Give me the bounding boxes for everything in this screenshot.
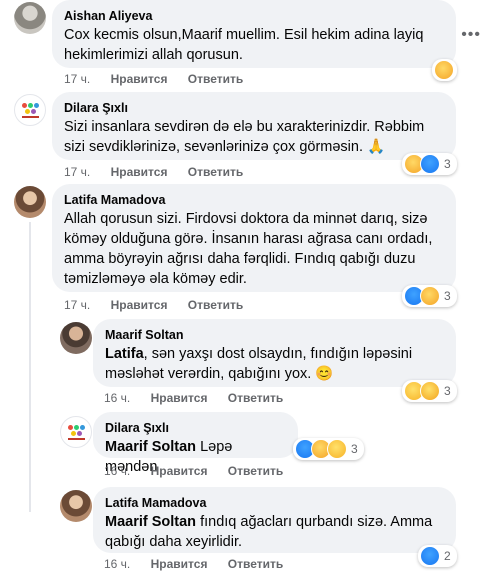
comment-bubble: Latifa Mamadova Maarif Soltan fındıq ağa…	[93, 487, 456, 553]
comment-author[interactable]: Dilara Şıxlı	[64, 100, 444, 116]
comment-actions: 16 ч. Нравится Ответить	[104, 557, 300, 571]
reaction-count: 2	[444, 549, 451, 563]
like-reaction-icon	[420, 154, 440, 174]
comment-bubble: Aishan Aliyeva Cox kecmis olsun,Maarif m…	[52, 0, 456, 68]
comment-actions: 16 ч. Нравится Ответить	[104, 391, 300, 405]
like-button[interactable]: Нравится	[151, 464, 208, 478]
like-button[interactable]: Нравится	[111, 72, 168, 86]
comment-text: Sizi insanlara sevdirən də elə bu xarakt…	[64, 119, 425, 155]
like-button[interactable]: Нравится	[111, 165, 168, 179]
avatar[interactable]	[60, 490, 92, 522]
reaction-count: 3	[444, 289, 451, 303]
thread-line	[29, 222, 31, 512]
avatar[interactable]	[14, 94, 46, 126]
like-button[interactable]: Нравится	[111, 298, 168, 312]
reaction-count: 3	[444, 157, 451, 171]
care-reaction-icon	[434, 60, 454, 80]
comment-author[interactable]: Maarif Soltan	[105, 327, 444, 343]
reaction-summary[interactable]: 3	[293, 438, 364, 460]
comment-author[interactable]: Aishan Aliyeva	[64, 8, 444, 24]
reaction-summary[interactable]: 3	[402, 285, 457, 307]
comment-bubble: Dilara Şıxlı Maarif Soltan Ləpə məndən	[93, 412, 298, 475]
like-button[interactable]: Нравится	[151, 391, 208, 405]
comment-text: Cox kecmis olsun,Maarif muellim. Esil he…	[64, 27, 424, 63]
comment-text-body: , sən yaxşı dost olsaydın, fındığın ləpə…	[105, 346, 413, 382]
reply-button[interactable]: Ответить	[188, 298, 243, 312]
reply-button[interactable]: Ответить	[228, 557, 283, 571]
wow-reaction-icon	[420, 381, 440, 401]
reaction-summary[interactable]: 2	[418, 545, 457, 567]
reply-button[interactable]: Ответить	[188, 165, 243, 179]
reaction-summary[interactable]: 3	[402, 380, 457, 402]
comment-time[interactable]: 16 ч.	[104, 464, 130, 478]
reply-button[interactable]: Ответить	[228, 464, 283, 478]
avatar[interactable]	[14, 186, 46, 218]
comment-author[interactable]: Latifa Mamadova	[64, 192, 444, 208]
haha-reaction-icon	[327, 439, 347, 459]
avatar[interactable]	[60, 416, 92, 448]
reply-button[interactable]: Ответить	[188, 72, 243, 86]
care-reaction-icon	[420, 286, 440, 306]
reaction-count: 3	[351, 442, 358, 456]
reaction-summary[interactable]	[432, 59, 457, 81]
mention-link[interactable]: Maarif Soltan	[105, 514, 196, 530]
avatar[interactable]	[14, 2, 46, 34]
comment-time[interactable]: 17 ч.	[64, 72, 90, 86]
comment-author[interactable]: Latifa Mamadova	[105, 495, 444, 511]
comment-bubble: Latifa Mamadova Allah qorusun sizi. Fird…	[52, 184, 456, 292]
comment-actions: 17 ч. Нравится Ответить	[64, 165, 260, 179]
reaction-summary[interactable]: 3	[402, 153, 457, 175]
mention-link[interactable]: Maarif Soltan	[105, 439, 196, 455]
comment-text: Maarif Soltan fındıq ağacları qurbandı s…	[105, 512, 444, 552]
reaction-count: 3	[444, 384, 451, 398]
mention-link[interactable]: Latifa	[105, 346, 144, 362]
comment-time[interactable]: 17 ч.	[64, 298, 90, 312]
comment-actions: 16 ч. Нравится Ответить	[104, 464, 300, 478]
comment-bubble: Maarif Soltan Latifa, sən yaxşı dost ols…	[93, 319, 456, 387]
reply-button[interactable]: Ответить	[228, 391, 283, 405]
like-button[interactable]: Нравится	[151, 557, 208, 571]
comment-time[interactable]: 17 ч.	[64, 165, 90, 179]
comment-time[interactable]: 16 ч.	[104, 391, 130, 405]
avatar[interactable]	[60, 322, 92, 354]
comment-actions: 17 ч. Нравится Ответить	[64, 298, 260, 312]
comment-author[interactable]: Dilara Şıxlı	[105, 420, 286, 436]
comment-text: Allah qorusun sizi. Firdovsi doktora da …	[64, 211, 433, 287]
comment-time[interactable]: 16 ч.	[104, 557, 130, 571]
comment-actions: 17 ч. Нравится Ответить	[64, 72, 260, 86]
more-options-icon[interactable]: •••	[461, 26, 481, 44]
comment-text: Latifa, sən yaxşı dost olsaydın, fındığı…	[105, 344, 444, 384]
like-reaction-icon	[420, 546, 440, 566]
comment-bubble: Dilara Şıxlı Sizi insanlara sevdirən də …	[52, 92, 456, 160]
